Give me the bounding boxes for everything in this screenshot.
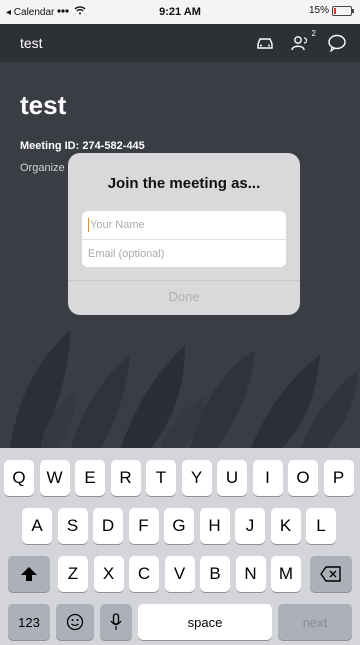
shift-key[interactable] — [8, 556, 50, 592]
key-m[interactable]: M — [271, 556, 301, 592]
battery-icon — [332, 5, 354, 16]
meeting-header: test 2 — [0, 24, 360, 62]
participant-count: 2 — [311, 29, 316, 38]
key-g[interactable]: G — [164, 508, 194, 544]
key-j[interactable]: J — [235, 508, 265, 544]
status-right: 15% — [308, 5, 354, 16]
header-title: test — [20, 35, 43, 51]
key-p[interactable]: P — [323, 460, 354, 496]
key-q[interactable]: Q — [4, 460, 34, 496]
battery-percent: 15% — [308, 5, 329, 16]
dialog-title: Join the meeting as... — [107, 175, 261, 192]
key-f[interactable]: F — [128, 508, 159, 544]
shift-icon — [21, 567, 37, 581]
key-u[interactable]: U — [217, 460, 247, 496]
next-key[interactable]: next — [278, 604, 352, 640]
car-icon[interactable] — [254, 32, 276, 54]
done-button[interactable]: Done — [68, 289, 300, 304]
key-t[interactable]: T — [146, 460, 176, 496]
text-caret — [88, 218, 89, 232]
key-a[interactable]: A — [22, 508, 52, 544]
key-b[interactable]: B — [200, 556, 230, 592]
key-i[interactable]: I — [252, 460, 283, 496]
delete-key[interactable] — [310, 556, 352, 592]
key-y[interactable]: Y — [181, 460, 212, 496]
emoji-icon — [66, 613, 84, 631]
email-field[interactable]: Email (optional) — [82, 239, 286, 267]
key-n[interactable]: N — [235, 556, 266, 592]
key-z[interactable]: Z — [58, 556, 88, 592]
key-o[interactable]: O — [288, 460, 318, 496]
meeting-id: Meeting ID: 274-582-445 — [20, 140, 145, 152]
email-placeholder: Email (optional) — [88, 247, 165, 260]
status-time: 9:21 AM — [159, 6, 201, 18]
numbers-key[interactable]: 123 — [8, 604, 50, 640]
join-dialog: Join the meeting as... Your Name Email (… — [68, 153, 300, 315]
microphone-icon — [110, 613, 122, 630]
emoji-key[interactable] — [56, 604, 94, 640]
key-e[interactable]: E — [75, 460, 105, 496]
key-r[interactable]: R — [110, 460, 141, 496]
delete-icon — [320, 566, 341, 582]
name-placeholder: Your Name — [90, 219, 145, 231]
key-s[interactable]: S — [57, 508, 88, 544]
key-l[interactable]: L — [306, 508, 336, 544]
status-bar: ◂ Calendar 9:21 AM 15% — [0, 0, 360, 24]
key-c[interactable]: C — [129, 556, 159, 592]
key-v[interactable]: V — [164, 556, 195, 592]
key-d[interactable]: D — [93, 508, 123, 544]
participants-icon[interactable]: 2 — [290, 29, 316, 54]
dialog-divider — [68, 280, 300, 281]
mic-key[interactable] — [100, 604, 132, 640]
meeting-title: test — [20, 90, 67, 120]
keyboard: QWERTYUIOP ASDFGHJKL ZXCVBNM 123 space n… — [0, 448, 360, 645]
organizer-label: Organize — [20, 162, 65, 174]
chat-icon[interactable] — [326, 32, 348, 54]
leaf-background — [10, 330, 358, 450]
zoom-screen: ◂ Calendar 9:21 AM 15% test 2 test Meeti… — [0, 0, 360, 645]
name-field[interactable]: Your Name — [82, 211, 286, 239]
key-x[interactable]: X — [93, 556, 124, 592]
battery-fill — [334, 7, 336, 14]
key-h[interactable]: H — [199, 508, 230, 544]
header-actions: 2 — [254, 29, 348, 54]
key-w[interactable]: W — [39, 460, 70, 496]
key-k[interactable]: K — [270, 508, 301, 544]
space-key[interactable]: space — [138, 604, 272, 640]
